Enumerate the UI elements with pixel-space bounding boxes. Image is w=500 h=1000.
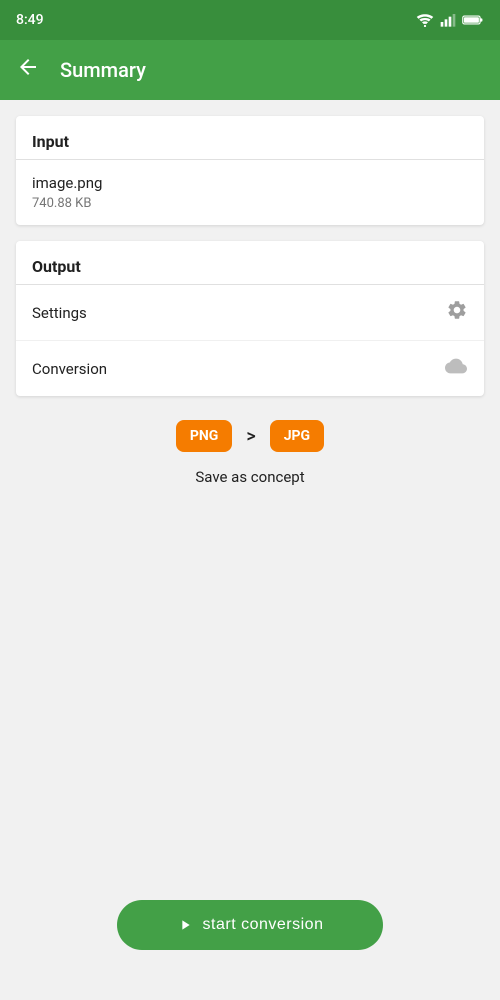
cloud-icon xyxy=(444,355,468,382)
input-file-name: image.png xyxy=(16,160,484,196)
settings-row[interactable]: Settings xyxy=(16,285,484,341)
output-heading: Output xyxy=(32,257,81,276)
signal-icon xyxy=(440,13,456,27)
status-icons xyxy=(416,13,484,27)
output-card: Output Settings Conversion xyxy=(16,241,484,396)
main-content: Input image.png 740.88 KB Output Setting… xyxy=(0,100,500,502)
input-file-info: image.png 740.88 KB xyxy=(16,160,484,225)
start-conversion-button[interactable]: start conversion xyxy=(117,900,384,950)
input-card-header: Input xyxy=(16,116,484,160)
settings-label: Settings xyxy=(32,304,87,322)
output-card-header: Output xyxy=(16,241,484,285)
save-concept-label[interactable]: Save as concept xyxy=(16,468,484,486)
conversion-row[interactable]: Conversion xyxy=(16,341,484,396)
conversion-arrow: > xyxy=(246,426,255,447)
status-bar: 8:49 xyxy=(0,0,500,40)
start-button-label: start conversion xyxy=(203,916,324,934)
input-heading: Input xyxy=(32,132,69,151)
bottom-button-area: start conversion xyxy=(0,900,500,950)
format-conversion-area: PNG > JPG xyxy=(16,420,484,452)
input-file-size: 740.88 KB xyxy=(16,196,484,225)
wifi-icon xyxy=(416,13,434,27)
to-format-badge[interactable]: JPG xyxy=(270,420,324,452)
from-format-badge[interactable]: PNG xyxy=(176,420,232,452)
input-card: Input image.png 740.88 KB xyxy=(16,116,484,225)
gear-icon xyxy=(446,299,468,326)
status-time: 8:49 xyxy=(16,12,44,28)
app-bar: Summary xyxy=(0,40,500,100)
battery-icon xyxy=(462,14,484,26)
conversion-label: Conversion xyxy=(32,360,107,378)
back-button[interactable] xyxy=(16,55,40,85)
page-title: Summary xyxy=(60,58,146,82)
play-icon xyxy=(177,917,193,933)
